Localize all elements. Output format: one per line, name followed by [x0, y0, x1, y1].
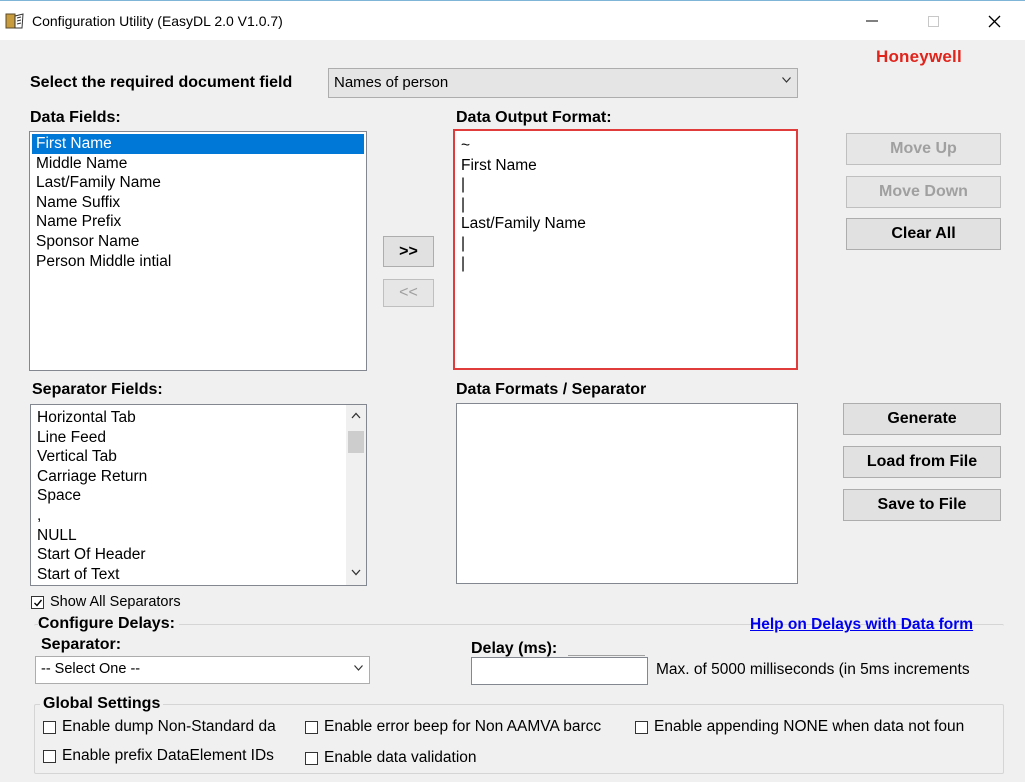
option-label: Enable prefix DataElement IDs	[62, 747, 274, 764]
separator-item[interactable]: ,	[33, 506, 346, 526]
document-field-label: Select the required document field	[30, 74, 293, 91]
app-icon	[5, 13, 24, 29]
move-down-button[interactable]: Move Down	[846, 176, 1001, 208]
option-label: Enable error beep for Non AAMVA barcc	[324, 718, 602, 735]
scroll-down-icon[interactable]	[351, 569, 361, 576]
option-label: Enable data validation	[324, 749, 477, 766]
data-field-item[interactable]: Middle Name	[32, 154, 364, 174]
minimize-icon	[866, 20, 878, 22]
separator-scrollbar[interactable]	[346, 405, 366, 585]
checkbox-box[interactable]	[305, 720, 318, 734]
delay-ms-input[interactable]	[471, 657, 648, 685]
enable-dump-nonstandard-checkbox[interactable]: Enable dump Non-Standard da	[43, 718, 303, 736]
output-format-line: |	[461, 176, 466, 194]
separator-item[interactable]: Vertical Tab	[33, 447, 346, 467]
remove-field-button[interactable]: <<	[383, 279, 434, 307]
data-output-format-label: Data Output Format:	[456, 109, 612, 126]
enable-data-validation-checkbox[interactable]: Enable data validation	[305, 749, 565, 767]
data-formats-separator-box[interactable]	[456, 403, 798, 584]
global-settings-label: Global Settings	[40, 695, 164, 713]
output-format-line: |	[461, 234, 466, 252]
separator-item[interactable]: Carriage Return	[33, 467, 346, 487]
generate-button[interactable]: Generate	[843, 403, 1001, 435]
data-field-item[interactable]: Last/Family Name	[32, 173, 364, 193]
scroll-thumb[interactable]	[348, 431, 364, 453]
delay-ms-label: Delay (ms):	[471, 640, 558, 657]
move-up-button[interactable]: Move Up	[846, 133, 1001, 165]
load-from-file-button[interactable]: Load from File	[843, 446, 1001, 478]
clear-all-button[interactable]: Clear All	[846, 218, 1001, 250]
honeywell-logo: Honeywell	[876, 47, 962, 66]
maximize-icon	[927, 15, 939, 27]
checkbox-box[interactable]	[635, 720, 648, 734]
title-bar: Configuration Utility (EasyDL 2.0 V1.0.7…	[0, 0, 1025, 40]
separator-item[interactable]: Line Feed	[33, 428, 346, 448]
output-format-line: |	[461, 195, 466, 213]
separator-delay-label: Separator:	[41, 636, 122, 653]
data-formats-separator-label: Data Formats / Separator	[456, 381, 647, 398]
enable-error-beep-checkbox[interactable]: Enable error beep for Non AAMVA barcc	[305, 718, 630, 736]
window-title: Configuration Utility (EasyDL 2.0 V1.0.7…	[32, 13, 283, 29]
checkbox-box[interactable]	[305, 751, 318, 765]
checkmark-icon	[34, 599, 43, 607]
output-format-line: Last/Family Name	[461, 215, 586, 233]
output-format-line: |	[461, 254, 466, 272]
separator-item[interactable]: Start of Text	[33, 565, 346, 585]
scroll-up-icon[interactable]	[351, 412, 361, 419]
maximize-button[interactable]	[910, 1, 956, 41]
close-button[interactable]	[971, 1, 1017, 41]
option-label: Enable appending NONE when data not foun	[654, 718, 965, 735]
separator-fields-list[interactable]: Horizontal Tab Line Feed Vertical Tab Carri…	[30, 404, 367, 586]
document-field-select[interactable]: Names of person	[328, 68, 798, 98]
chevron-down-icon	[782, 77, 791, 83]
checkbox-box[interactable]	[43, 749, 56, 763]
save-to-file-button[interactable]: Save to File	[843, 489, 1001, 521]
separator-item[interactable]: Space	[33, 486, 346, 506]
enable-appending-none-checkbox[interactable]: Enable appending NONE when data not foun	[635, 718, 1003, 736]
help-delays-link[interactable]: Help on Delays with Data form	[750, 616, 973, 634]
separator-item[interactable]: Start Of Header	[33, 545, 346, 565]
separator-item[interactable]: NULL	[33, 526, 346, 546]
separator-fields-label: Separator Fields:	[32, 381, 163, 398]
data-field-item[interactable]: Name Suffix	[32, 193, 364, 213]
checkbox-box[interactable]	[31, 595, 44, 609]
document-field-value: Names of person	[334, 74, 449, 91]
minimize-button[interactable]	[849, 1, 895, 41]
separator-item[interactable]: Horizontal Tab	[33, 408, 346, 428]
delay-divider	[568, 655, 645, 656]
data-fields-label: Data Fields:	[30, 109, 121, 126]
separator-delay-select[interactable]: -- Select One --	[35, 656, 370, 684]
enable-prefix-ids-checkbox[interactable]: Enable prefix DataElement IDs	[43, 747, 303, 765]
data-field-item[interactable]: First Name	[32, 134, 364, 154]
delay-max-note: Max. of 5000 milliseconds (in 5ms increm…	[656, 661, 970, 678]
close-icon	[988, 15, 1000, 27]
checkbox-box[interactable]	[43, 720, 56, 734]
show-all-separators-checkbox[interactable]: Show All Separators	[31, 594, 181, 610]
configure-delays-label: Configure Delays:	[38, 615, 179, 633]
output-format-line: ~	[461, 137, 471, 154]
data-field-item[interactable]: Name Prefix	[32, 212, 364, 232]
option-label: Enable dump Non-Standard da	[62, 718, 276, 735]
data-output-format-box[interactable]: ~ First Name | | Last/Family Name | |	[453, 129, 798, 370]
show-all-separators-label: Show All Separators	[50, 594, 181, 610]
add-field-button[interactable]: >>	[383, 236, 434, 267]
output-format-line: First Name	[461, 156, 537, 174]
separator-delay-value: -- Select One --	[41, 661, 141, 677]
data-field-item[interactable]: Sponsor Name	[32, 232, 364, 252]
data-field-item[interactable]: Person Middle intial	[32, 252, 364, 272]
chevron-down-icon	[354, 665, 363, 671]
data-fields-list[interactable]: First Name Middle Name Last/Family Name Nam…	[29, 131, 367, 371]
